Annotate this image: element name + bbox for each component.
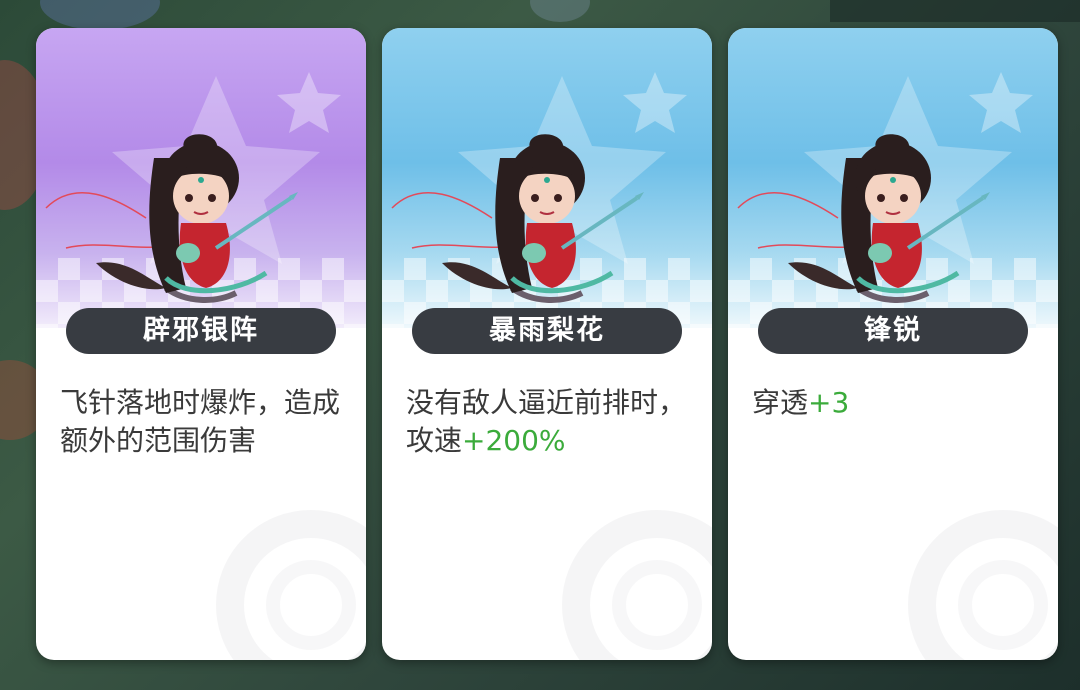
background-top-bar: [830, 0, 1080, 22]
skill-description: 飞针落地时爆炸，造成额外的范围伤害: [60, 386, 341, 457]
skill-name: 锋锐: [758, 308, 1028, 354]
hero-portrait-icon: [737, 134, 990, 303]
background-decoration: [40, 0, 160, 30]
bonus-value: +200%: [462, 424, 566, 457]
background-ring: [612, 560, 702, 650]
card-art: [382, 28, 712, 328]
skill-description: 穿透+3: [752, 384, 1042, 422]
background-decoration: [530, 0, 590, 22]
description-text: 穿透: [752, 386, 809, 419]
skill-description: 没有敌人逼近前排时，攻速+200%: [406, 384, 696, 460]
card-art: [36, 28, 366, 328]
skill-card-2[interactable]: 暴雨梨花 没有敌人逼近前排时，攻速+200%: [382, 28, 712, 660]
skill-name: 暴雨梨花: [412, 308, 682, 354]
bonus-value: +3: [808, 386, 850, 419]
hero-portrait-icon: [45, 134, 298, 303]
background-ring: [958, 560, 1048, 650]
hero-portrait-icon: [391, 134, 644, 303]
skill-card-3[interactable]: 锋锐 穿透+3: [728, 28, 1058, 660]
skill-card-1[interactable]: 辟邪银阵 飞针落地时爆炸，造成额外的范围伤害: [36, 28, 366, 660]
card-art: [728, 28, 1058, 328]
background-ring: [266, 560, 356, 650]
skill-name: 辟邪银阵: [66, 308, 336, 354]
